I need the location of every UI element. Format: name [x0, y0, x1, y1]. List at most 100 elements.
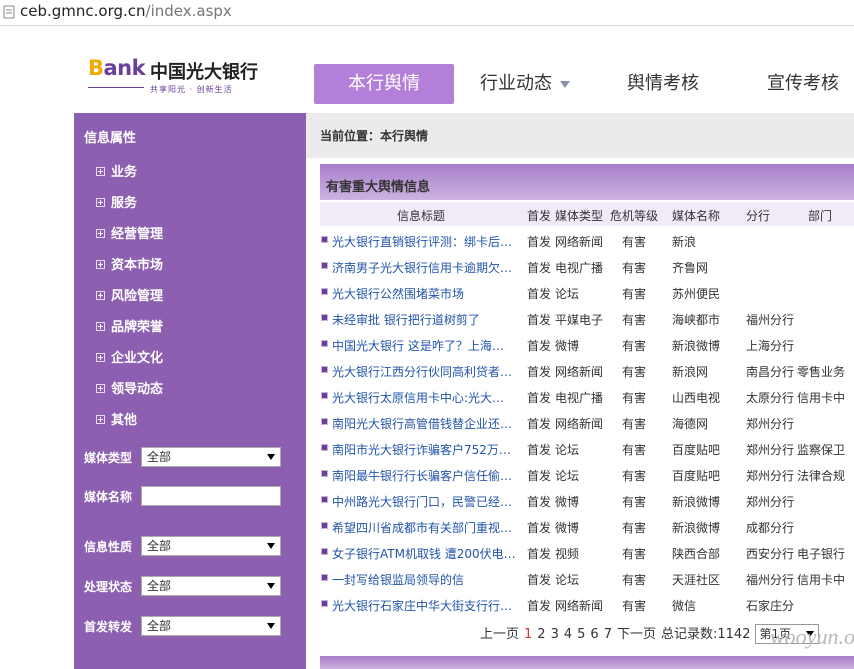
prev-page-link[interactable]: 上一页 — [480, 627, 519, 642]
expand-icon — [96, 384, 105, 393]
row-media-type: 网络新闻 — [555, 417, 604, 431]
page-link-1[interactable]: 1 — [524, 627, 532, 642]
sidebar-item-capital-market[interactable]: 资本市场 — [96, 254, 163, 274]
row-title[interactable]: 中州路光大银行门口，民警已经… — [332, 493, 512, 510]
table-row[interactable]: 女子银行ATM机取钱 遭200伏电… 首发 视频 有害 陕西合部 西安分行 电子银行 — [320, 539, 854, 565]
row-department: 监察保卫 — [797, 443, 846, 457]
table-row[interactable]: 中州路光大银行门口，民警已经… 首发 微博 有害 新浪微博 郑州分行 — [320, 487, 854, 513]
sidebar-title: 信息属性 — [84, 131, 137, 146]
page-link-6[interactable]: 6 — [590, 627, 598, 642]
row-branch: 福州分行 — [746, 313, 795, 327]
row-media-name: 海德网 — [672, 417, 709, 431]
page-link-3[interactable]: 3 — [551, 627, 559, 642]
media-type-select[interactable]: 全部 — [141, 447, 281, 467]
nav-tab-bank-sentiment[interactable]: 本行舆情 — [314, 64, 454, 104]
address-bar[interactable]: ceb.gmnc.org.cn/index.aspx — [0, 0, 854, 26]
row-first: 首发 — [527, 547, 552, 561]
row-department: 零售业务 — [797, 365, 846, 379]
row-title[interactable]: 光大银行江西分行伙同高利贷者… — [332, 363, 512, 380]
row-first: 首发 — [527, 417, 552, 431]
nav-tab-sentiment-review[interactable]: 舆情考核 — [612, 64, 714, 104]
page-link-5[interactable]: 5 — [577, 627, 585, 642]
row-branch: 西安分行 — [746, 547, 795, 561]
row-title[interactable]: 南阳最牛银行行长骗客户信任偷… — [332, 467, 512, 484]
page-link-7[interactable]: 7 — [604, 627, 612, 642]
table-row[interactable]: 光大银行公然围堵菜市场 首发 论坛 有害 苏州便民 — [320, 279, 854, 305]
dropdown-arrow-icon — [267, 623, 275, 629]
sidebar-item-leadership[interactable]: 领导动态 — [96, 378, 163, 398]
row-crisis-level: 有害 — [622, 287, 647, 301]
page-link-2[interactable]: 2 — [537, 627, 545, 642]
row-first: 首发 — [527, 573, 552, 587]
row-title[interactable]: 光大银行太原信用卡中心:光大… — [332, 389, 504, 406]
row-title[interactable]: 未经审批 银行把行道树剪了 — [332, 311, 480, 328]
next-page-link[interactable]: 下一页 — [617, 627, 656, 642]
row-media-type: 论坛 — [555, 573, 580, 587]
bank-logo[interactable]: Bank 中国光大银行 共享阳光 · 创新生活 — [88, 56, 263, 98]
row-title[interactable]: 光大银行石家庄中华大街支行行… — [332, 597, 512, 614]
row-branch: 郑州分行 — [746, 417, 795, 431]
sidebar-item-service[interactable]: 服务 — [96, 192, 137, 212]
row-title[interactable]: 济南男子光大银行信用卡逾期欠… — [332, 259, 512, 276]
sidebar-item-risk[interactable]: 风险管理 — [96, 285, 163, 305]
bullet-icon — [321, 418, 328, 425]
table-row[interactable]: 光大银行江西分行伙同高利贷者… 首发 网络新闻 有害 新浪网 南昌分行 零售业务 — [320, 357, 854, 383]
status-select[interactable]: 全部 — [141, 576, 281, 596]
bullet-icon — [321, 496, 328, 503]
row-title[interactable]: 南阳光大银行高管借钱替企业还… — [332, 415, 512, 432]
row-title[interactable]: 光大银行公然围堵菜市场 — [332, 285, 464, 302]
sidebar-item-management[interactable]: 经营管理 — [96, 223, 163, 243]
row-media-name: 苏州便民 — [672, 287, 721, 301]
nav-tab-industry-news[interactable]: 行业动态 — [470, 64, 580, 104]
bank-slogan: 共享阳光 · 创新生活 — [150, 85, 233, 94]
sidebar-item-business[interactable]: 业务 — [96, 161, 137, 181]
page-link-4[interactable]: 4 — [564, 627, 572, 642]
table-row[interactable]: 济南男子光大银行信用卡逾期欠… 首发 电视广播 有害 齐鲁网 — [320, 253, 854, 279]
table-row[interactable]: 一封写给银监局领导的信 首发 论坛 有害 天涯社区 福州分行 信用卡中 — [320, 565, 854, 591]
row-title[interactable]: 女子银行ATM机取钱 遭200伏电… — [332, 545, 516, 562]
table-row[interactable]: 光大银行石家庄中华大街支行行… 首发 网络新闻 有害 微信 石家庄分 — [320, 591, 854, 617]
table-row[interactable]: 南阳最牛银行行长骗客户信任偷… 首发 论坛 有害 百度贴吧 郑州分行 法律合规 — [320, 461, 854, 487]
media-name-label: 媒体名称 — [84, 490, 133, 504]
column-header-title: 信息标题 — [397, 209, 446, 223]
row-title[interactable]: 希望四川省成都市有关部门重视… — [332, 519, 512, 536]
row-media-type: 微博 — [555, 339, 580, 353]
media-type-label: 媒体类型 — [84, 451, 133, 465]
first-post-select[interactable]: 全部 — [141, 616, 281, 636]
row-crisis-level: 有害 — [622, 521, 647, 535]
expand-icon — [96, 291, 105, 300]
bullet-icon — [321, 470, 328, 477]
bullet-icon — [321, 548, 328, 555]
row-title[interactable]: 一封写给银监局领导的信 — [332, 571, 464, 588]
row-branch: 太原分行 — [746, 391, 795, 405]
row-media-type: 网络新闻 — [555, 599, 604, 613]
row-first: 首发 — [527, 261, 552, 275]
table-row[interactable]: 光大银行直销银行评测：绑卡后… 首发 网络新闻 有害 新浪 — [320, 227, 854, 253]
table-row[interactable]: 南阳光大银行高管借钱替企业还… 首发 网络新闻 有害 海德网 郑州分行 — [320, 409, 854, 435]
media-name-input[interactable] — [141, 486, 281, 506]
nav-tab-publicity-review[interactable]: 宣传考核 — [752, 64, 854, 104]
row-media-type: 微博 — [555, 495, 580, 509]
row-media-name: 新浪微博 — [672, 521, 721, 535]
table-row[interactable]: 南阳市光大银行诈骗客户752万… 首发 论坛 有害 百度贴吧 郑州分行 监察保卫 — [320, 435, 854, 461]
sidebar-item-culture[interactable]: 企业文化 — [96, 347, 163, 367]
sidebar-item-other[interactable]: 其他 — [96, 409, 137, 429]
row-title[interactable]: 光大银行直销银行评测：绑卡后… — [332, 233, 512, 250]
row-crisis-level: 有害 — [622, 495, 647, 509]
row-department: 电子银行 — [797, 547, 846, 561]
table-row[interactable]: 希望四川省成都市有关部门重视… 首发 微博 有害 新浪微博 成都分行 — [320, 513, 854, 539]
row-title[interactable]: 南阳市光大银行诈骗客户752万… — [332, 441, 511, 458]
sidebar-item-brand[interactable]: 品牌荣誉 — [96, 316, 163, 336]
row-first: 首发 — [527, 287, 552, 301]
row-crisis-level: 有害 — [622, 339, 647, 353]
info-nature-select[interactable]: 全部 — [141, 536, 281, 556]
table-row[interactable]: 中国光大银行 这是咋了？上海… 首发 微博 有害 新浪微博 上海分行 — [320, 331, 854, 357]
table-row[interactable]: 光大银行太原信用卡中心:光大… 首发 电视广播 有害 山西电视 太原分行 信用卡中 — [320, 383, 854, 409]
first-post-label: 首发转发 — [84, 620, 133, 634]
row-media-type: 视频 — [555, 547, 580, 561]
url-text[interactable]: ceb.gmnc.org.cn/index.aspx — [20, 2, 232, 20]
row-title[interactable]: 中国光大银行 这是咋了？上海… — [332, 337, 504, 354]
table-row[interactable]: 未经审批 银行把行道树剪了 首发 平媒电子 有害 海峡都市 福州分行 — [320, 305, 854, 331]
row-first: 首发 — [527, 391, 552, 405]
breadcrumb-bar: 当前位置：本行舆情 — [306, 113, 854, 158]
